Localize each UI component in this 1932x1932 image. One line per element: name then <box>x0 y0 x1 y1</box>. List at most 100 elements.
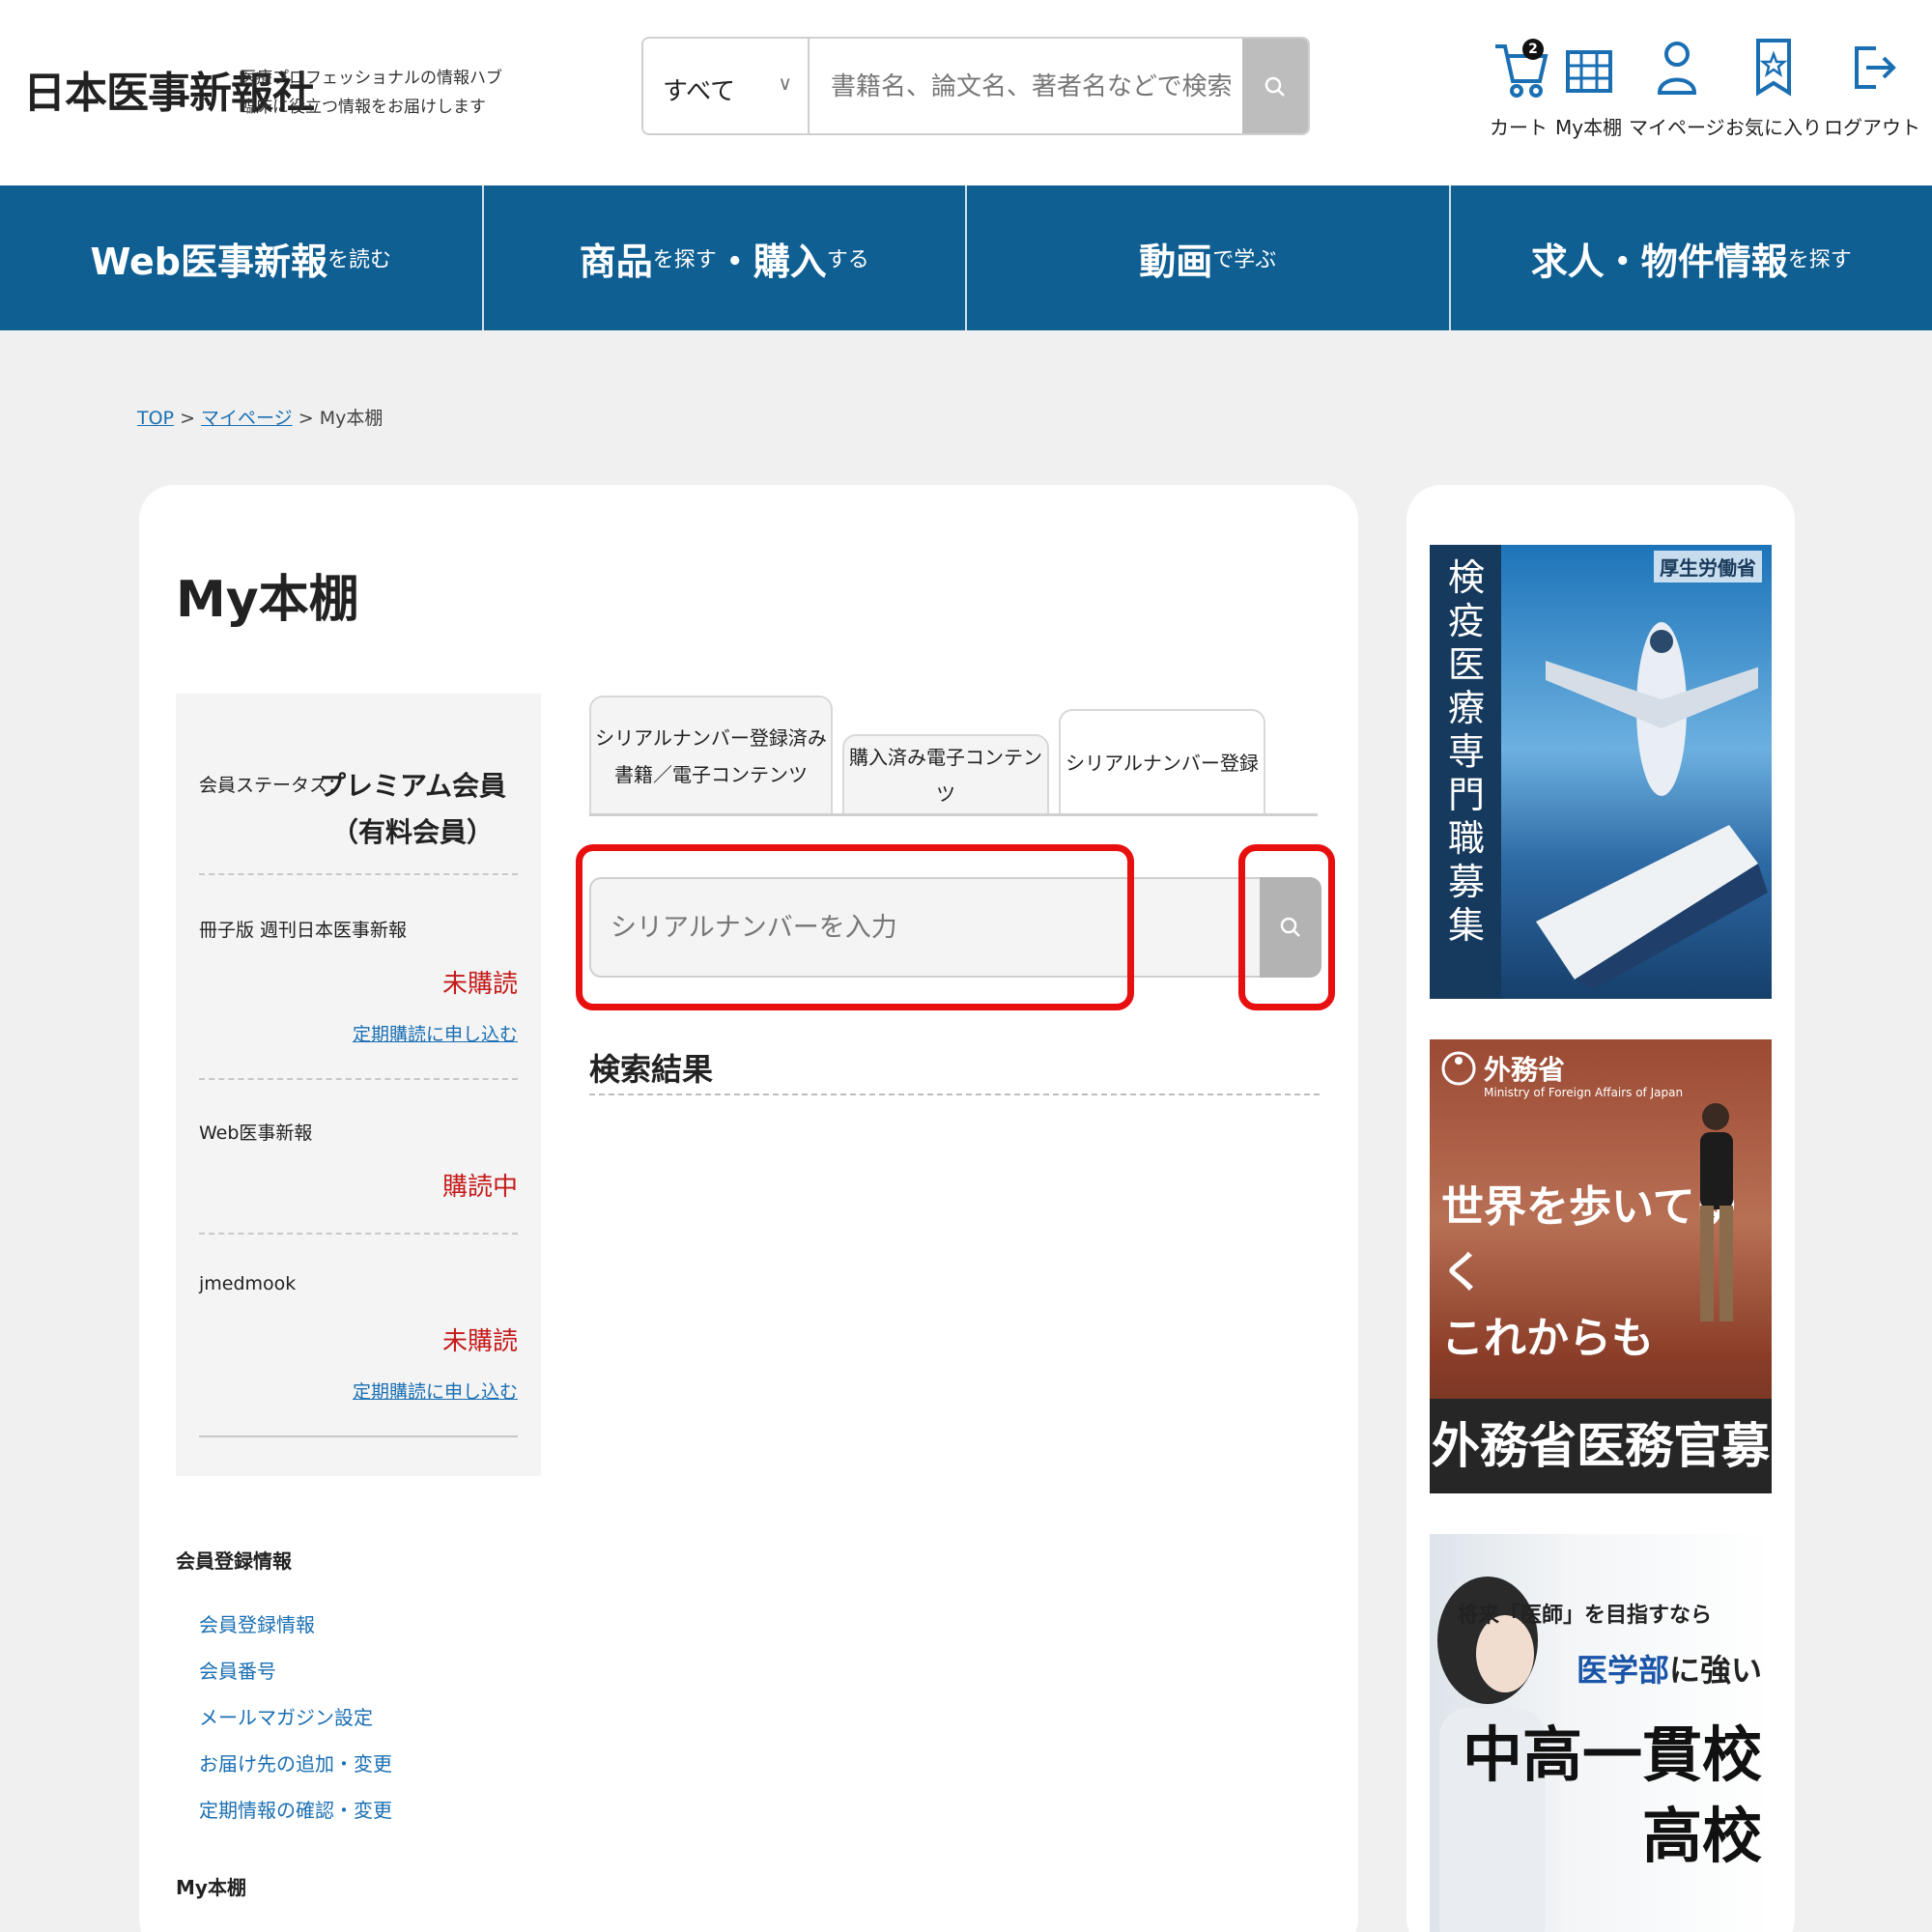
bookshelf-link[interactable]: My本棚 <box>1555 33 1622 140</box>
member-status-value-line2: （有料会員） <box>331 816 495 848</box>
banner-vertical-text: 検疫医療専門職募集 <box>1447 556 1485 947</box>
cart-icon: 2 <box>1488 33 1549 102</box>
banner-ministry-name: 外務省 <box>1484 1054 1566 1086</box>
school-ad-line2-highlight: 医学部 <box>1576 1652 1669 1689</box>
breadcrumb-mypage[interactable]: マイページ <box>201 408 293 429</box>
divider <box>199 1233 518 1235</box>
cart-count-badge: 2 <box>1522 39 1544 60</box>
tab-purchased-contents-label: 購入済み電子コンテンツ <box>849 746 1042 806</box>
search-icon <box>1264 76 1285 97</box>
subscription-label: Web医事新報 <box>199 1122 313 1144</box>
nav-products-label: 商品 <box>579 240 653 283</box>
user-icon <box>1646 33 1708 102</box>
tab-underline <box>589 813 1318 816</box>
ship-icon <box>1536 825 1768 989</box>
favorites-link[interactable]: お気に入り <box>1725 33 1822 140</box>
nav-videos[interactable]: 動画 で学ぶ <box>967 185 1451 330</box>
school-ad-line2-rest: に強い <box>1668 1652 1762 1689</box>
mypage-label: マイページ <box>1629 116 1725 139</box>
tab-serial-registration-label: シリアルナンバー登録 <box>1065 752 1259 775</box>
mypage-link[interactable]: マイページ <box>1629 33 1725 140</box>
menu-link-delivery-address[interactable]: お届け先の追加・変更 <box>199 1748 392 1776</box>
nav-web-news-sub: を読む <box>327 248 392 272</box>
breadcrumb-top[interactable]: TOP <box>137 408 174 429</box>
member-status-value: プレミアム会員 （有料会員） <box>319 763 506 856</box>
banner-vertical-strip: 検疫医療専門職募集 <box>1430 545 1501 999</box>
walking-person-icon <box>1700 1103 1733 1321</box>
nav-videos-sub: で学ぶ <box>1212 248 1277 272</box>
menu-heading-bookshelf: My本棚 <box>176 1876 246 1899</box>
nav-purchase-label: ・購入 <box>716 240 827 283</box>
school-ad-line3: 中高一貫校 <box>1462 1719 1762 1790</box>
nav-jobs[interactable]: 求人・物件情報 を探す <box>1451 185 1932 330</box>
site-tagline: 医療プロフェッショナルの情報ハブ 臨床に役立つ情報をお届けします <box>240 64 502 122</box>
school-ad-banner[interactable]: 将来「医師」を目指すなら 医学部に強い 中高一貫校 高校 <box>1430 1534 1772 1932</box>
mofa-recruit-banner[interactable]: 外務省 Ministry of Foreign Affairs of Japan… <box>1430 1039 1772 1493</box>
highlight-box-button <box>1238 844 1335 1010</box>
tab-registered-books-line1: シリアルナンバー登録済み <box>595 726 827 750</box>
banner-ministry-en: Ministry of Foreign Affairs of Japan <box>1484 1086 1684 1099</box>
menu-heading-member: 会員登録情報 <box>176 1549 292 1573</box>
nav-purchase-sub: する <box>826 248 869 272</box>
subscription-label: jmedmook <box>199 1273 297 1294</box>
subscribe-link[interactable]: 定期購読に申し込む <box>353 1378 518 1404</box>
bookshelf-icon <box>1558 33 1620 102</box>
subscribe-link[interactable]: 定期購読に申し込む <box>353 1020 518 1046</box>
cart-label: カート <box>1490 116 1548 139</box>
school-ad-line4: 高校 <box>1641 1801 1762 1871</box>
sidebar-ads-card: 検疫医療専門職募集 厚生労働省 外務省 Ministry of Foreign … <box>1406 485 1795 1932</box>
nav-jobs-label: 求人・物件情報 <box>1530 240 1788 283</box>
nav-products[interactable]: 商品 を探す ・購入 する <box>484 185 967 330</box>
page-title: My本棚 <box>176 571 359 629</box>
logout-icon <box>1841 33 1903 102</box>
tab-serial-registration[interactable]: シリアルナンバー登録 <box>1059 709 1265 815</box>
school-ad-line1: 将来「医師」を目指すなら <box>1456 1604 1712 1628</box>
favorites-label: お気に入り <box>1725 116 1822 139</box>
ministry-emblem-icon <box>1441 1051 1476 1086</box>
bookmark-star-icon <box>1743 33 1804 102</box>
banner-ministry-label: 厚生労働省 <box>1654 551 1762 582</box>
chevron-down-icon: ∨ <box>778 71 792 95</box>
menu-link-member-number[interactable]: 会員番号 <box>199 1656 276 1684</box>
breadcrumb-separator: > <box>180 408 195 429</box>
divider <box>199 1078 518 1080</box>
search-category-select[interactable]: すべて ∨ <box>643 39 810 133</box>
banner-bottom-title: 外務省医務官募集 <box>1430 1399 1772 1493</box>
site-header: 日本医事新報社 医療プロフェッショナルの情報ハブ 臨床に役立つ情報をお届けします… <box>0 0 1932 185</box>
subscription-label: 冊子版 週刊日本医事新報 <box>199 920 408 941</box>
quarantine-recruit-banner[interactable]: 検疫医療専門職募集 厚生労働省 <box>1430 545 1772 999</box>
site-search-input[interactable] <box>810 39 1242 133</box>
site-search: すべて ∨ <box>641 37 1310 135</box>
menu-link-mail-magazine[interactable]: メールマガジン設定 <box>199 1702 373 1730</box>
menu-link-subscription-info[interactable]: 定期情報の確認・変更 <box>199 1795 392 1823</box>
results-divider <box>589 1094 1320 1095</box>
tab-purchased-contents[interactable]: 購入済み電子コンテンツ <box>842 734 1049 815</box>
site-search-button[interactable] <box>1242 39 1308 133</box>
subscription-status: 購読中 <box>441 1173 518 1202</box>
cart-link[interactable]: 2 カート <box>1488 33 1549 140</box>
tab-registered-books-label: シリアルナンバー登録済み 書籍／電子コンテンツ <box>595 720 827 793</box>
logout-link[interactable]: ログアウト <box>1824 33 1920 140</box>
school-ad-line2: 医学部に強い <box>1577 1646 1762 1690</box>
subscription-status: 未購読 <box>441 970 518 999</box>
tagline-line1: 医療プロフェッショナルの情報ハブ <box>240 69 502 88</box>
member-status-panel: 会員ステータス： プレミアム会員 （有料会員） 冊子版 週刊日本医事新報 未購読… <box>176 694 541 1476</box>
breadcrumb-current: My本棚 <box>319 408 384 429</box>
airplane-icon <box>1546 622 1758 796</box>
divider <box>199 873 518 875</box>
nav-jobs-sub: を探す <box>1787 248 1852 272</box>
search-category-label: すべて <box>663 77 736 106</box>
tab-registered-books[interactable]: シリアルナンバー登録済み 書籍／電子コンテンツ <box>589 696 833 815</box>
nav-videos-label: 動画 <box>1139 240 1213 283</box>
breadcrumb-separator: > <box>298 408 314 429</box>
logout-label: ログアウト <box>1824 116 1920 139</box>
tagline-line2: 臨床に役立つ情報をお届けします <box>240 98 486 117</box>
tab-registered-books-line2: 書籍／電子コンテンツ <box>614 763 808 786</box>
nav-products-sub: を探す <box>652 248 717 272</box>
nav-web-news[interactable]: Web医事新報 を読む <box>0 185 484 330</box>
main-nav: Web医事新報 を読む 商品 を探す ・購入 する 動画 で学ぶ 求人・物件情報 を探す <box>0 185 1932 330</box>
menu-link-member-info[interactable]: 会員登録情報 <box>199 1609 315 1637</box>
search-results-title: 検索結果 <box>589 1051 714 1088</box>
breadcrumb: TOP > マイページ > My本棚 <box>137 404 383 430</box>
bookshelf-label: My本棚 <box>1555 116 1623 139</box>
